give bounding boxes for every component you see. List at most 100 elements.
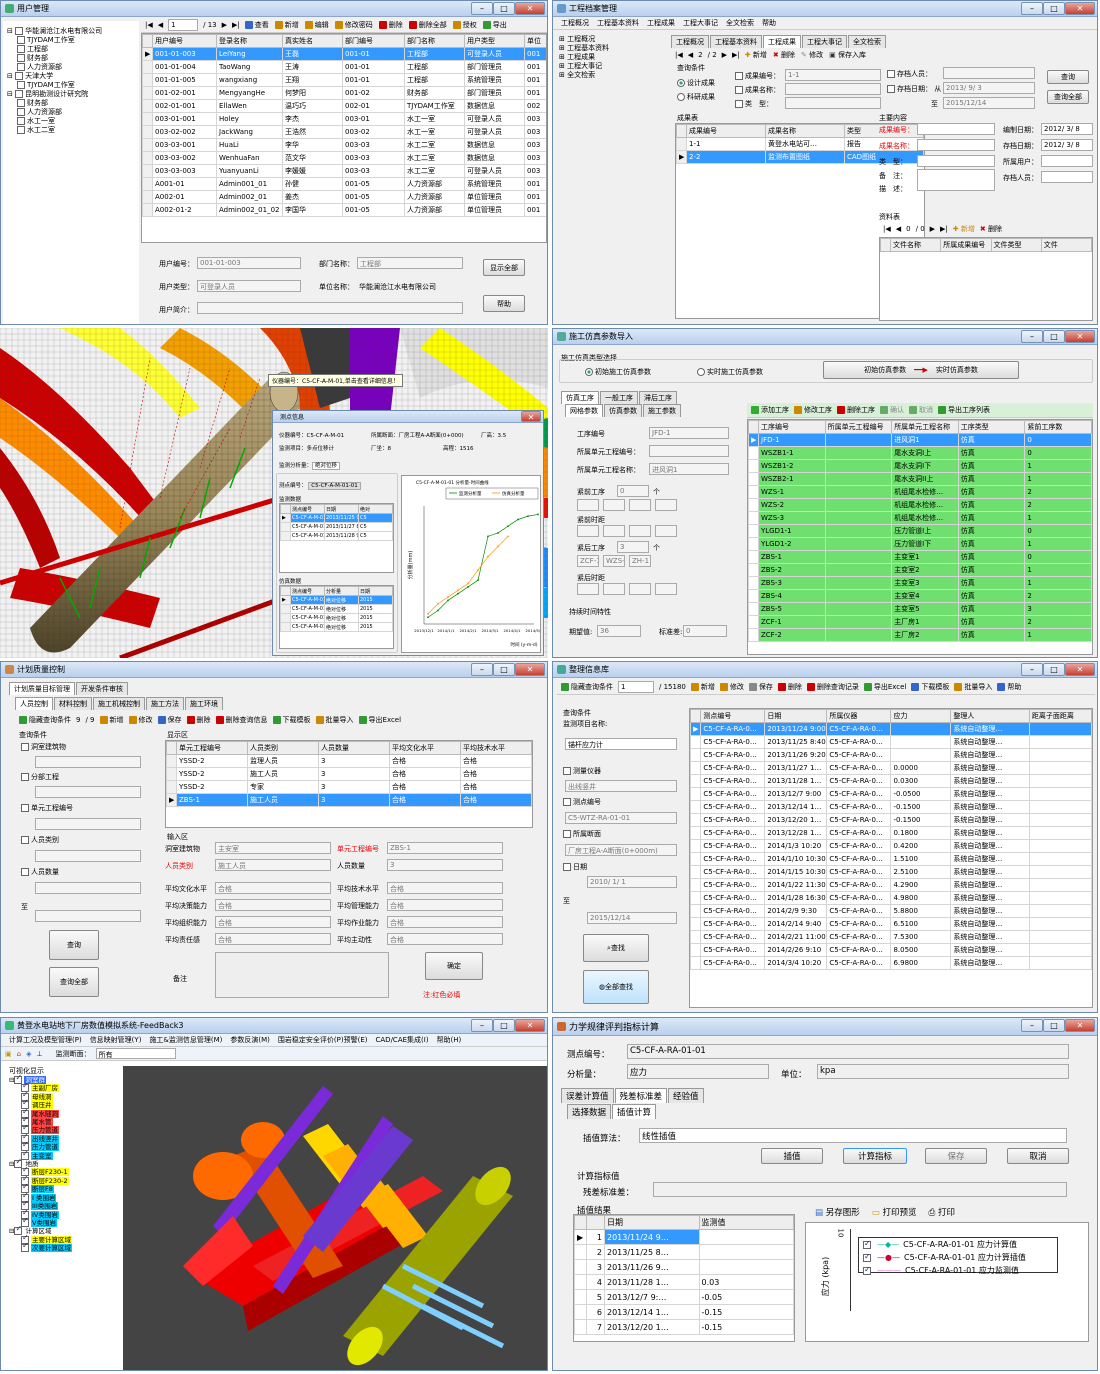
layer-node[interactable]: 出线竖井	[9, 1133, 72, 1143]
home-icon[interactable]: ⌂	[17, 1050, 21, 1058]
column-header[interactable]: 平均文化水平	[389, 741, 461, 755]
row-selector[interactable]	[142, 190, 153, 204]
last-page-button[interactable]: ▶|	[232, 21, 240, 29]
menu-item[interactable]: 工程概况	[561, 18, 589, 28]
row-selector[interactable]: ▶	[574, 1229, 587, 1245]
column-header[interactable]: 用户类型	[464, 34, 525, 48]
menu-item[interactable]: 帮助	[762, 18, 776, 28]
toolbar-button[interactable]: 删除	[378, 20, 403, 30]
toolbar-button[interactable]: 导出	[482, 20, 507, 30]
toolbar-button[interactable]: 下载模板	[272, 715, 311, 725]
toolbar-button[interactable]: 新增	[274, 20, 299, 30]
row-selector[interactable]	[574, 1319, 587, 1335]
table-row[interactable]: C5-CF-A-RA-0… 2013/11/26 9:20 C5-CF-A-RA-0…	[690, 748, 1092, 762]
toolbar-button[interactable]: 删除查询信息	[215, 715, 268, 725]
subproject-check[interactable]: 分部工程	[21, 772, 59, 782]
toolbar-button[interactable]: 修改工序	[794, 405, 832, 415]
subtab[interactable]: 选择数据	[567, 1104, 612, 1119]
table-row[interactable]: A002-01-2 Admin002_01_02 李国华 001-05 人力资源部 单位管…	[142, 203, 546, 217]
tree-node[interactable]: 水工二室	[7, 126, 102, 135]
query-button[interactable]: 查询	[49, 930, 99, 960]
toolbar-button[interactable]: 新增	[690, 682, 715, 692]
lag-input[interactable]	[603, 525, 625, 537]
tree-node[interactable]: ⊞ 工程成果	[559, 53, 609, 62]
table-row[interactable]: 003-01-001 Holey 李杰 003-01 水工一室 可登录人员 003	[142, 112, 546, 126]
tree-node[interactable]: 水工一室	[7, 117, 102, 126]
toolbar-button[interactable]: 批量导入	[315, 715, 354, 725]
compile-date-field[interactable]: 2012/ 3/ 8	[1041, 123, 1093, 135]
table-row[interactable]: C5-CF-A-RA-0… 2013/12/20 1… C5-CF-A-RA-0… -…	[690, 813, 1092, 827]
column-header[interactable]: 分析量	[324, 586, 359, 596]
date-to-input[interactable]: 2015/12/14	[943, 97, 1035, 109]
table-row[interactable]: ▶ JFD-1 进风洞1 仿真 0	[748, 433, 1092, 447]
column-header[interactable]: 成果名称	[765, 124, 845, 138]
open-icon[interactable]: ▣	[5, 1050, 12, 1058]
table-row[interactable]: YSSD-2 专家 3 合格 合格	[166, 780, 532, 794]
search-all-button[interactable]: ◍ 全部查找	[583, 970, 649, 1004]
minimize-button[interactable]: –	[471, 2, 493, 15]
layer-node[interactable]: 断层F8	[9, 1183, 72, 1194]
row-selector[interactable]	[748, 602, 759, 616]
close-button[interactable]: ✕	[1065, 1019, 1095, 1032]
layer-node[interactable]: 尾水隧洞	[9, 1108, 72, 1118]
legend-item[interactable]: —◆—C5-CF-A-RA-01-01 应力计算值	[859, 1238, 1057, 1251]
row-selector[interactable]	[748, 550, 759, 564]
subtab[interactable]: 施工环境	[185, 697, 223, 710]
row-selector[interactable]	[166, 754, 177, 768]
search-button[interactable]: ⌕ 查找	[583, 934, 649, 962]
table-row[interactable]: ▶C5-CF-A-M-01-01绝对位移2015	[280, 595, 393, 605]
row-selector[interactable]	[748, 498, 759, 512]
table-row[interactable]: C5-CF-A-RA-0… 2014/1/3 10:20 C5-CF-A-RA-0……	[690, 839, 1092, 853]
layer-checkbox[interactable]	[21, 1242, 29, 1253]
subtab[interactable]: 仿真参数	[604, 404, 642, 417]
type-field[interactable]	[917, 155, 995, 167]
files-add-button[interactable]: ✚ 新增	[953, 224, 975, 234]
count-from-input[interactable]	[35, 882, 141, 894]
tab[interactable]: 仿真工序	[561, 391, 599, 404]
staff-type-select[interactable]	[35, 850, 141, 862]
lag-input[interactable]	[629, 525, 651, 537]
layer-node[interactable]: ⊟计算区域	[9, 1225, 72, 1236]
lag-input[interactable]	[655, 499, 677, 511]
menu-item[interactable]: 帮助(H)	[437, 1035, 462, 1045]
tab[interactable]: 经验值	[668, 1088, 704, 1103]
toolbar-button[interactable]: 导出Excel	[358, 715, 401, 725]
row-selector[interactable]	[280, 604, 291, 614]
column-header[interactable]: 所属仪器	[826, 709, 892, 723]
row-selector[interactable]	[280, 522, 291, 532]
menu-item[interactable]: CAD/CAE集成(I)	[376, 1035, 429, 1045]
maximize-button[interactable]: □	[493, 1019, 515, 1032]
tab[interactable]: 滞后工序	[639, 391, 677, 404]
row-selector[interactable]	[574, 1244, 587, 1260]
date-from-input[interactable]: 2013/ 9/ 3	[943, 82, 1035, 94]
row-selector[interactable]	[690, 813, 702, 827]
column-header[interactable]: 单元工程编号	[176, 741, 248, 755]
form-field-i1[interactable]: 主安室	[215, 842, 331, 854]
result-name-field[interactable]	[917, 139, 995, 151]
point-id-select[interactable]: C5-CF-A-M-01-01	[308, 482, 361, 490]
table-row[interactable]: YLGD1-2 压力管道I下 仿真 1	[748, 537, 1092, 551]
realtime-sim-radio[interactable]: 实时施工仿真参数	[697, 367, 763, 377]
table-row[interactable]: C5-CF-A-RA-0… 2014/2/9 9:30 C5-CF-A-RA-0… 5…	[690, 904, 1092, 918]
layer-node[interactable]: 断层F230-1	[9, 1166, 72, 1177]
subtab[interactable]: 网格参数	[565, 404, 603, 417]
powerhouse-3d-view[interactable]	[123, 1066, 547, 1370]
query-all-button[interactable]: 查询全部	[49, 967, 99, 997]
column-header[interactable]: 真实姓名	[282, 34, 343, 48]
unit-id-select[interactable]	[35, 818, 141, 830]
unit-id-input[interactable]	[649, 445, 729, 457]
next-page-button[interactable]: ▶	[222, 21, 227, 29]
first-page-button[interactable]: |◀	[883, 225, 891, 233]
row-selector[interactable]	[690, 956, 702, 970]
toolbar-button[interactable]: 授权	[452, 20, 477, 30]
row-selector[interactable]	[574, 1289, 587, 1305]
row-selector[interactable]	[690, 735, 702, 749]
column-header[interactable]: 用户编号	[152, 34, 217, 48]
row-selector[interactable]	[690, 917, 702, 931]
column-header[interactable]: 文件	[1040, 238, 1092, 252]
archive-date-check[interactable]: 存档日期： 从	[887, 84, 941, 94]
row-selector[interactable]	[690, 774, 702, 788]
prev-page-button[interactable]: ◀	[688, 51, 693, 59]
toolbar-button[interactable]: ▣ 保存入库	[829, 50, 866, 60]
row-selector[interactable]	[690, 748, 702, 762]
